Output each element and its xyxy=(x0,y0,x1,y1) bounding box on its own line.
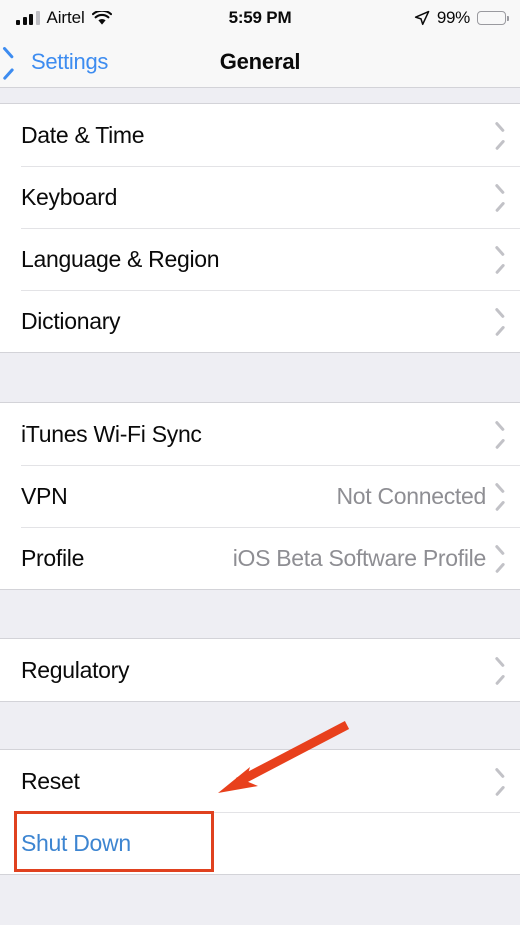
list-item-label: Shut Down xyxy=(21,829,131,856)
list-item-label: Dictionary xyxy=(21,307,121,334)
list-item-label: Keyboard xyxy=(21,183,118,210)
list-item-dictionary[interactable]: Dictionary xyxy=(0,290,520,352)
battery-percent-label: 99% xyxy=(436,8,470,27)
chevron-right-icon xyxy=(495,661,506,680)
clock-label: 5:59 PM xyxy=(228,8,292,27)
settings-group-3: Regulatory xyxy=(0,638,520,702)
list-item-itunes-wifi-sync[interactable]: iTunes Wi-Fi Sync xyxy=(0,403,520,465)
list-item-date-and-time[interactable]: Date & Time xyxy=(0,104,520,166)
chevron-right-icon xyxy=(495,772,506,791)
wifi-icon xyxy=(91,10,112,26)
list-item-label: Language & Region xyxy=(21,245,220,272)
chevron-right-icon xyxy=(495,487,506,506)
page-title: General xyxy=(0,36,520,87)
page-title-label: General xyxy=(219,48,301,74)
section-gap-2 xyxy=(0,590,520,638)
iphone-settings-screen: Airtel 5:59 PM 99% Settings General Date… xyxy=(0,0,520,925)
section-gap-1 xyxy=(0,353,520,402)
list-item-profile[interactable]: Profile iOS Beta Software Profile xyxy=(0,527,520,589)
list-item-shut-down[interactable]: Shut Down xyxy=(0,812,520,874)
settings-group-1: Date & Time Keyboard Language & Region D… xyxy=(0,103,520,353)
list-item-label: Date & Time xyxy=(21,121,145,148)
settings-list[interactable]: Date & Time Keyboard Language & Region D… xyxy=(0,89,520,925)
status-bar-left: Airtel xyxy=(16,8,112,28)
settings-group-2: iTunes Wi-Fi Sync VPN Not Connected Prof… xyxy=(0,402,520,590)
list-item-label: VPN xyxy=(21,482,68,509)
battery-full-icon xyxy=(477,11,509,25)
list-top-gap xyxy=(0,89,520,103)
section-gap-3 xyxy=(0,702,520,749)
list-item-label: Regulatory xyxy=(21,656,130,683)
list-item-label: Profile xyxy=(21,544,85,571)
list-item-value: Not Connected xyxy=(336,482,486,509)
settings-group-4: Reset Shut Down xyxy=(0,749,520,875)
chevron-right-icon xyxy=(495,188,506,207)
list-item-label: iTunes Wi-Fi Sync xyxy=(21,420,202,447)
list-item-label: Reset xyxy=(21,767,80,794)
chevron-right-icon xyxy=(495,312,506,331)
chevron-right-icon xyxy=(495,549,506,568)
list-item-keyboard[interactable]: Keyboard xyxy=(0,166,520,228)
cellular-signal-icon xyxy=(16,10,40,25)
navigation-bar: Settings General xyxy=(0,36,520,88)
status-bar: Airtel 5:59 PM 99% xyxy=(0,0,520,36)
list-item-value: iOS Beta Software Profile xyxy=(232,544,487,571)
list-item-regulatory[interactable]: Regulatory xyxy=(0,639,520,701)
location-arrow-icon xyxy=(414,10,430,26)
list-item-reset[interactable]: Reset xyxy=(0,750,520,812)
carrier-label: Airtel xyxy=(46,8,85,27)
chevron-right-icon xyxy=(495,126,506,145)
status-bar-right: 99% xyxy=(414,8,509,28)
chevron-right-icon xyxy=(495,425,506,444)
chevron-right-icon xyxy=(495,250,506,269)
list-item-vpn[interactable]: VPN Not Connected xyxy=(0,465,520,527)
list-item-language-and-region[interactable]: Language & Region xyxy=(0,228,520,290)
